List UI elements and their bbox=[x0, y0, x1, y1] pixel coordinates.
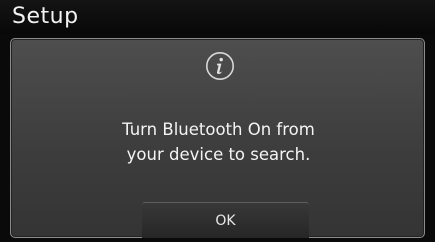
popup-message-line-2: your device to search. bbox=[126, 145, 311, 164]
popup-message-line-1: Turn Bluetooth On from bbox=[122, 120, 315, 139]
setup-screen: Setup Turn Bluetooth On from your device… bbox=[0, 0, 439, 248]
ok-button-label: OK bbox=[215, 213, 236, 229]
bluetooth-popup-dialog: Turn Bluetooth On from your device to se… bbox=[10, 38, 425, 238]
ok-button[interactable]: OK bbox=[142, 202, 309, 238]
page-title: Setup bbox=[12, 4, 79, 29]
info-icon bbox=[206, 52, 234, 80]
title-bar: Setup bbox=[0, 0, 435, 34]
